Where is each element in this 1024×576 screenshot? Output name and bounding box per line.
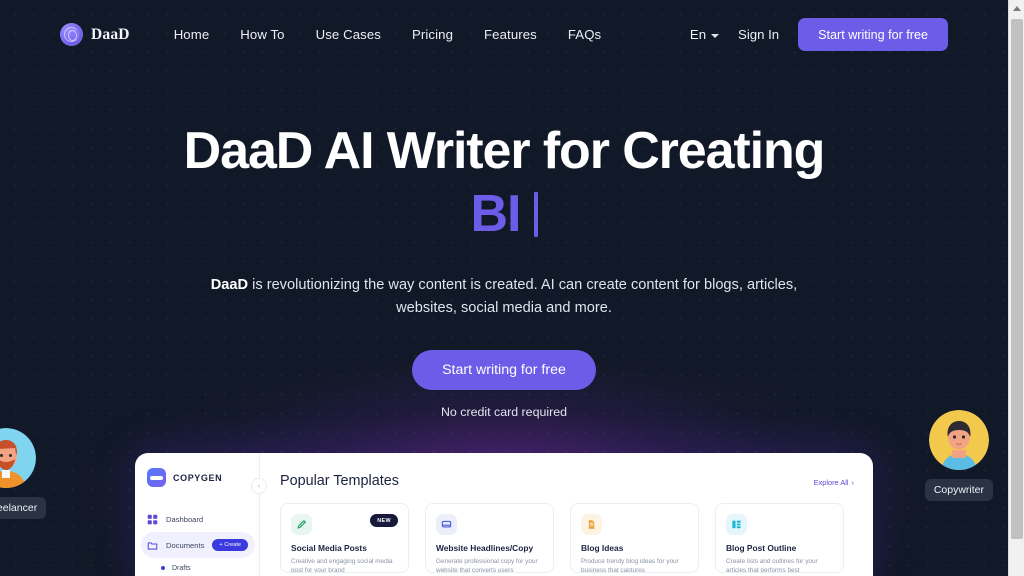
scrollbar-thumb[interactable] [1011,19,1023,539]
template-cards: NEW Social Media Posts Creative and enga… [280,503,854,573]
explore-all-label: Explore All [813,478,849,487]
hero-typed-line: BI [0,185,1008,244]
sidebar-item-documents-label: Documents [166,540,205,550]
monitor-icon [436,514,457,535]
chevron-down-icon [711,33,720,38]
card-header [726,514,833,535]
copygen-logo-icon [147,468,166,487]
nav-item-use-cases[interactable]: Use Cases [316,27,381,42]
page-viewport: DaaD Home How To Use Cases Pricing Featu… [0,0,1008,576]
scroll-up-arrow-icon[interactable] [1009,0,1024,17]
card-title: Blog Post Outline [726,543,797,553]
card-title: Social Media Posts [291,543,367,553]
sidebar-collapse-button[interactable]: ‹ [251,478,267,494]
sidebar-item-drafts[interactable]: Drafts [135,558,259,576]
vertical-scrollbar[interactable] [1008,0,1024,576]
hero-cta-group: Start writing for free No credit card re… [0,350,1008,419]
nav-item-home[interactable]: Home [174,27,210,42]
card-header [581,514,688,535]
bullet-dot-icon [161,566,165,570]
template-card[interactable]: Blog Ideas Produce trendy blog ideas for… [570,503,699,573]
hero-subtitle: DaaD is revolutionizing the way content … [194,274,814,320]
hero-typed-word: BI [470,185,522,244]
brand-logo[interactable]: DaaD [60,23,130,46]
document-icon [581,514,602,535]
card-header: NEW [291,514,398,535]
card-description: Creative and engaging social media post … [291,558,393,573]
nav-right-actions: En Sign In Start writing for free [690,18,948,51]
app-main-panel: Popular Templates Explore All › NEW Soci… [260,453,873,576]
chevron-right-icon: › [851,478,854,487]
hero-headline: DaaD AI Writer for Creating [183,122,826,180]
hero-subtitle-brand: DaaD [210,277,249,294]
sidebar-item-dashboard[interactable]: Dashboard [135,506,259,532]
sidebar-item-dashboard-label: Dashboard [166,514,204,524]
templates-header: Popular Templates Explore All › [280,473,854,489]
copywriter-avatar [928,410,989,470]
language-selector[interactable]: En [689,27,720,42]
nav-start-writing-button[interactable]: Start writing for free [798,18,948,51]
no-credit-card-note: No credit card required [440,405,568,420]
nav-item-features[interactable]: Features [484,27,537,42]
grid-icon [147,514,158,525]
hero-start-writing-button[interactable]: Start writing for free [412,350,596,391]
text-cursor [533,192,538,238]
list-layout-icon [726,514,747,535]
app-preview-card: COPYGEN ‹ Dashboard Documents + Create D… [135,453,873,576]
pencil-icon [291,514,312,535]
template-card[interactable]: Blog Post Outline Create lists and outli… [715,503,844,573]
hero-subtitle-rest: is revolutionizing the way content is cr… [248,277,798,317]
card-title: Blog Ideas [581,543,624,553]
sign-in-link[interactable]: Sign In [738,27,779,42]
copywriter-label: Copywriter [924,479,993,501]
brand-name: DaaD [91,25,130,43]
card-title: Website Headlines/Copy [436,543,534,553]
folder-icon [147,540,158,551]
nav-item-pricing[interactable]: Pricing [412,27,453,42]
floating-persona-copywriter[interactable]: Copywriter [924,410,993,501]
nav-item-how-to[interactable]: How To [240,27,284,42]
template-card[interactable]: NEW Social Media Posts Creative and enga… [280,503,409,573]
sidebar-item-drafts-label: Drafts [172,564,191,572]
floating-persona-freelancer[interactable]: Freelancer [0,428,47,519]
sidebar-item-documents[interactable]: Documents + Create [141,532,255,558]
freelancer-avatar [0,428,36,488]
nav-links: Home How To Use Cases Pricing Features F… [174,27,602,42]
card-description: Produce trendy blog ideas for your busin… [581,558,679,573]
copygen-logo-label: COPYGEN [173,472,223,483]
explore-all-link[interactable]: Explore All › [814,478,854,487]
nav-item-faqs[interactable]: FAQs [568,27,601,42]
card-description: Generate professional copy for your webs… [436,558,538,573]
hero-section: DaaD AI Writer for Creating BI DaaD is r… [0,122,1008,419]
popular-templates-title: Popular Templates [280,473,399,489]
copygen-logo[interactable]: COPYGEN [135,468,259,487]
card-header [436,514,543,535]
template-card[interactable]: Website Headlines/Copy Generate professi… [425,503,554,573]
card-description: Create lists and outlines for your artic… [726,558,818,573]
top-navigation-bar: DaaD Home How To Use Cases Pricing Featu… [0,0,1008,69]
browser-page: DaaD Home How To Use Cases Pricing Featu… [0,0,1024,576]
create-document-button[interactable]: + Create [212,539,249,551]
daad-globe-logo-icon [60,23,83,46]
sidebar-menu: Dashboard Documents + Create Drafts [135,506,259,576]
app-sidebar: COPYGEN ‹ Dashboard Documents + Create D… [135,453,267,576]
status-badge: NEW [370,514,398,527]
language-label: En [689,27,707,42]
freelancer-label: Freelancer [0,497,47,519]
